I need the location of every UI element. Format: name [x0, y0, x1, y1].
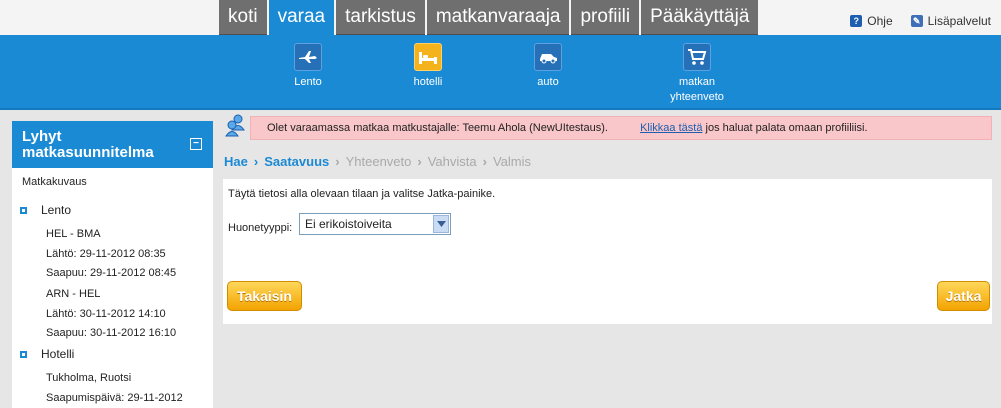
nav-summary-label-1: matkan	[678, 76, 716, 88]
breadcrumb-vahvista: Vahvista	[427, 154, 477, 169]
nav-summary-label-2: yhteenveto	[670, 91, 724, 103]
extra-services-link[interactable]: ✎ Lisäpalvelut	[910, 14, 991, 28]
chevron-right-icon: ›	[253, 154, 259, 169]
flight2-route: ARN - HEL	[46, 288, 101, 300]
sidebar-header: Lyhyt matkasuunnitelma −	[12, 121, 213, 168]
tab-varaa[interactable]: varaa	[268, 0, 335, 35]
tab-profiili[interactable]: profiili	[571, 0, 640, 35]
sidebar-title-line1: Lyhyt	[22, 128, 62, 145]
return-profile-link[interactable]: Klikkaa tästä	[640, 122, 702, 134]
tab-matkanvaraaja[interactable]: matkanvaraaja	[426, 0, 570, 35]
question-icon: ?	[850, 15, 863, 27]
help-link[interactable]: ? Ohje	[850, 14, 893, 28]
flight1-departure: Lähtö: 29-11-2012 08:35	[46, 248, 166, 260]
breadcrumb-valmis: Valmis	[492, 154, 532, 169]
instruction-text: Täytä tietosi alla olevaan tilaan ja val…	[228, 188, 496, 200]
hotel-location: Tukholma, Ruotsi	[46, 372, 132, 384]
extra-services-label: Lisäpalvelut	[927, 14, 991, 28]
nav-car[interactable]: auto	[503, 43, 593, 90]
breadcrumb-yhteenveto: Yhteenveto	[345, 154, 412, 169]
flight1-route: HEL - BMA	[46, 228, 101, 240]
booking-nav: Lento hotelli auto matkan yhteenveto	[0, 35, 1001, 110]
trip-description-label: Matkakuvaus	[22, 176, 87, 188]
room-type-value: Ei erikoistoiveita	[305, 217, 392, 231]
hotel-section: Hotelli	[20, 347, 74, 361]
nav-summary[interactable]: matkan yhteenveto	[652, 43, 742, 105]
notice-text: Olet varaamassa matkaa matkustajalle: Te…	[267, 122, 608, 134]
main-tabs: koti varaa tarkistus matkanvaraaja profi…	[219, 0, 760, 35]
nav-hotel-label: hotelli	[413, 76, 443, 88]
breadcrumb: Hae › Saatavuus › Yhteenveto › Vahvista …	[224, 154, 531, 169]
collapse-icon[interactable]: −	[190, 138, 202, 150]
chevron-right-icon: ›	[482, 154, 487, 169]
chevron-right-icon: ›	[417, 154, 422, 169]
trip-summary-sidebar: Lyhyt matkasuunnitelma − Matkakuvaus Len…	[12, 121, 213, 408]
back-button[interactable]: Takaisin	[227, 281, 302, 311]
help-label: Ohje	[867, 14, 893, 28]
help-links: ? Ohje ✎ Lisäpalvelut	[850, 14, 991, 28]
breadcrumb-hae[interactable]: Hae	[224, 154, 248, 169]
chevron-right-icon: ›	[335, 154, 340, 169]
continue-button[interactable]: Jatka	[937, 281, 990, 311]
hotel-section-label: Hotelli	[41, 347, 75, 361]
room-type-label: Huonetyyppi:	[228, 222, 293, 234]
room-type-select[interactable]: Ei erikoistoiveita	[299, 213, 451, 235]
top-bar: koti varaa tarkistus matkanvaraaja profi…	[0, 0, 1001, 35]
edit-icon: ✎	[910, 15, 923, 27]
nav-car-label: auto	[537, 76, 559, 88]
flight-section-label: Lento	[41, 203, 72, 217]
room-preferences-panel: Täytä tietosi alla olevaan tilaan ja val…	[223, 179, 992, 324]
airplane-icon	[294, 43, 322, 71]
impersonation-notice: Olet varaamassa matkaa matkustajalle: Te…	[250, 116, 992, 140]
nav-flight-label: Lento	[294, 76, 322, 88]
shopping-cart-icon	[683, 43, 711, 71]
sidebar-title-line2: matkasuunnitelma	[22, 144, 154, 161]
breadcrumb-saatavuus[interactable]: Saatavuus	[264, 154, 329, 169]
flight2-departure: Lähtö: 30-11-2012 14:10	[46, 308, 166, 320]
flight-section: Lento	[20, 203, 71, 217]
nav-flight[interactable]: Lento	[263, 43, 353, 90]
car-icon	[534, 43, 562, 71]
bed-icon	[414, 43, 442, 71]
bullet-icon	[20, 207, 27, 215]
flight1-arrival: Saapuu: 29-11-2012 08:45	[46, 267, 177, 279]
tab-tarkistus[interactable]: tarkistus	[336, 0, 425, 35]
hotel-arrival-date: Saapumispäivä: 29-11-2012	[46, 392, 183, 404]
bullet-icon	[20, 351, 27, 359]
notice-suffix: jos haluat palata omaan profiiliisi.	[705, 122, 868, 134]
flight2-arrival: Saapuu: 30-11-2012 16:10	[46, 327, 177, 339]
users-icon	[225, 114, 245, 138]
tab-paakayttaja[interactable]: Pääkäyttäjä	[641, 0, 759, 35]
nav-hotel[interactable]: hotelli	[383, 43, 473, 90]
tab-koti[interactable]: koti	[219, 0, 267, 35]
chevron-down-icon	[433, 215, 449, 233]
